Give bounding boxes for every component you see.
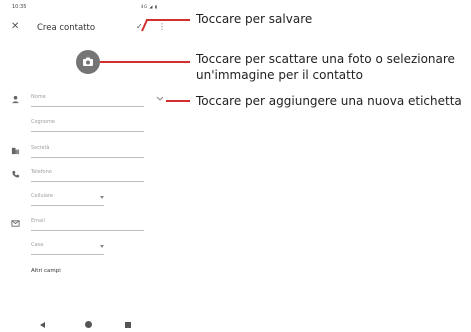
email-field[interactable]: Email <box>31 218 144 231</box>
callout-save: Toccare per salvare <box>196 12 313 26</box>
status-time: 10:35 <box>12 4 27 10</box>
system-nav-bar <box>0 318 158 332</box>
surname-field[interactable]: Cognome <box>31 119 144 132</box>
status-icons: 4G ◢ ▮ <box>141 4 158 9</box>
person-icon <box>11 95 20 104</box>
email-placeholder: Email <box>31 218 45 224</box>
close-icon[interactable]: ✕ <box>11 22 19 32</box>
company-field[interactable]: Società <box>31 145 144 158</box>
recents-icon[interactable] <box>125 322 131 328</box>
caret-down-icon <box>100 245 104 248</box>
add-photo-button[interactable] <box>76 50 100 74</box>
page-title: Crea contatto <box>37 23 96 33</box>
camera-icon <box>83 57 93 66</box>
more-options-icon[interactable]: ⋮ <box>158 22 166 31</box>
callout-photo: Toccare per scattare una foto o selezion… <box>196 52 455 82</box>
phone-placeholder: Telefono <box>31 169 52 175</box>
name-field[interactable]: Nome <box>31 94 144 107</box>
company-icon <box>11 147 20 155</box>
phone-screen: 10:35 4G ◢ ▮ ✕ Crea contatto ✓ ⋮ Nome Co… <box>0 0 166 332</box>
callout-line-photo <box>100 61 190 63</box>
caret-down-icon <box>100 196 104 199</box>
phone-field[interactable]: Telefono <box>31 169 144 182</box>
home-icon[interactable] <box>85 321 92 328</box>
phone-icon <box>12 170 20 178</box>
company-placeholder: Società <box>31 145 50 151</box>
callout-line-save <box>146 19 190 21</box>
more-fields-link[interactable]: Altri campi <box>31 268 61 274</box>
callout-line-save-diagonal <box>141 19 148 32</box>
phone-type-select[interactable]: Cellulare <box>31 193 104 206</box>
email-icon <box>11 220 20 227</box>
name-placeholder: Nome <box>31 94 46 100</box>
callout-line-label <box>166 100 190 102</box>
callout-label: Toccare per aggiungere una nuova etichet… <box>196 94 462 108</box>
surname-placeholder: Cognome <box>31 119 55 125</box>
email-type-value: Casa <box>31 242 44 248</box>
phone-type-value: Cellulare <box>31 193 53 199</box>
chevron-down-icon[interactable] <box>156 96 164 102</box>
back-icon[interactable] <box>40 322 45 328</box>
email-type-select[interactable]: Casa <box>31 242 104 255</box>
